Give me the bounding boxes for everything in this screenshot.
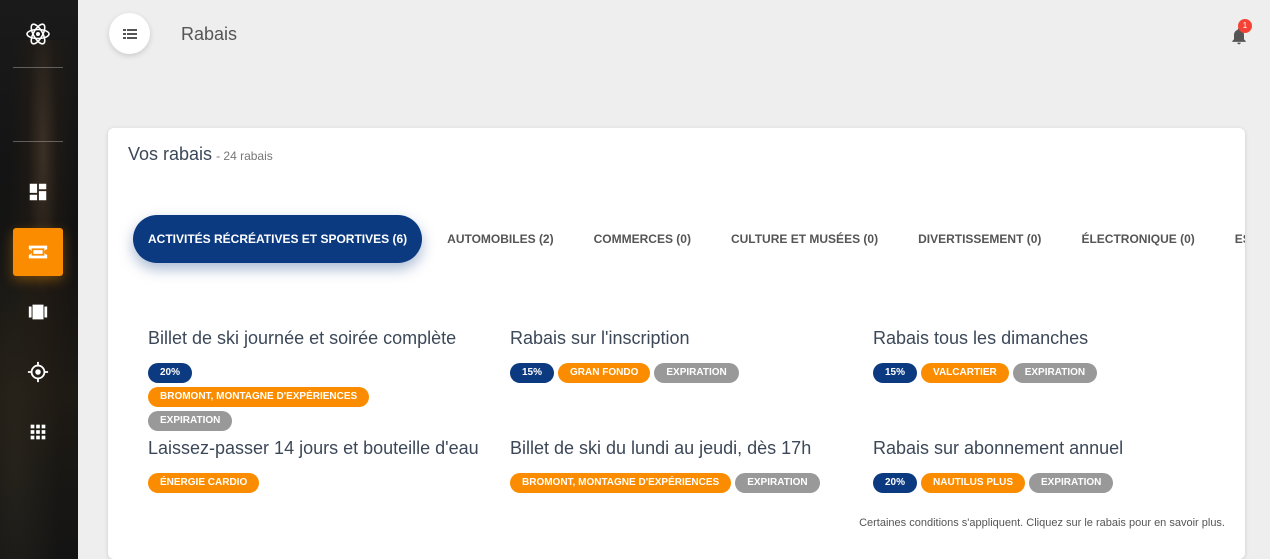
deal-item[interactable]: Rabais tous les dimanches 15% Valcartier… [873, 328, 1213, 383]
conditions-note: Certaines conditions s'appliquent. Cliqu… [859, 517, 1225, 529]
expiration-badge: Expiration [1029, 473, 1114, 493]
tab-electronique[interactable]: Électronique (0) [1061, 215, 1214, 263]
deal-item[interactable]: Billet de ski du lundi au jeudi, dès 17h… [510, 438, 850, 493]
ticket-icon [28, 245, 48, 259]
card-title: Vos rabais - 24 rabais [128, 144, 273, 165]
card-subtitle: - 24 rabais [216, 149, 273, 163]
notification-badge: 1 [1238, 19, 1252, 33]
partner-badge: Nautilus Plus [921, 473, 1026, 493]
list-icon [122, 28, 137, 39]
partner-badge: Gran Fondo [558, 363, 651, 383]
sidebar [0, 0, 78, 559]
tab-automobiles[interactable]: Automobiles (2) [427, 215, 573, 263]
expiration-badge: Expiration [735, 473, 820, 493]
sidebar-item-apps[interactable] [13, 408, 63, 456]
partner-badge: Bromont, montagne d'expériences [510, 473, 732, 493]
tab-divertissement[interactable]: Divertissement (0) [898, 215, 1061, 263]
card-title-text: Vos rabais [128, 144, 213, 164]
tab-commerces[interactable]: Commerces (0) [574, 215, 711, 263]
tab-activites[interactable]: Activités récréatives et sportives (6) [133, 215, 423, 263]
deal-item[interactable]: Billet de ski journée et soirée complète… [148, 328, 488, 431]
deal-item[interactable]: Laissez-passer 14 jours et bouteille d'e… [148, 438, 488, 493]
menu-toggle-button[interactable] [109, 13, 150, 54]
target-icon [27, 361, 49, 383]
sidebar-divider [13, 141, 63, 142]
deal-item[interactable]: Rabais sur l'inscription 15% Gran Fondo … [510, 328, 850, 383]
tab-escapades[interactable]: Escapad [1215, 215, 1245, 263]
deal-title: Rabais sur abonnement annuel [873, 438, 1124, 458]
partner-badge: Énergie Cardio [148, 473, 260, 493]
discount-badge: 20% [873, 473, 918, 493]
discount-badge: 15% [510, 363, 555, 383]
discount-badge: 20% [148, 363, 193, 383]
sidebar-item-cards[interactable] [13, 288, 63, 336]
discounts-card: Vos rabais - 24 rabais Activités récréati… [108, 128, 1245, 559]
atom-logo-icon[interactable] [24, 20, 52, 48]
cards-icon [28, 304, 48, 320]
sidebar-item-rabais[interactable] [13, 228, 63, 276]
deal-item[interactable]: Rabais sur abonnement annuel 20% Nautilu… [873, 438, 1213, 493]
deal-title: Laissez-passer 14 jours et bouteille d'e… [148, 438, 479, 458]
deal-title: Billet de ski journée et soirée complète [148, 328, 457, 348]
sidebar-item-location[interactable] [13, 348, 63, 396]
dashboard-icon [29, 183, 47, 201]
partner-badge: Bromont, montagne d'expériences [148, 387, 370, 407]
category-tabs: Activités récréatives et sportives (6) A… [133, 215, 1245, 263]
sidebar-divider [13, 67, 63, 68]
expiration-badge: Expiration [654, 363, 739, 383]
tab-culture[interactable]: Culture et musées (0) [711, 215, 898, 263]
apps-grid-icon [30, 424, 46, 440]
sidebar-item-dashboard[interactable] [13, 168, 63, 216]
deal-title: Rabais tous les dimanches [873, 328, 1089, 348]
page-title: Rabais [181, 24, 238, 44]
deal-title: Rabais sur l'inscription [510, 328, 690, 348]
partner-badge: Valcartier [921, 363, 1009, 383]
deal-title: Billet de ski du lundi au jeudi, dès 17h [510, 438, 812, 458]
expiration-badge: Expiration [1012, 363, 1098, 383]
discount-badge: 15% [873, 363, 918, 383]
expiration-badge: Expiration [148, 411, 233, 431]
